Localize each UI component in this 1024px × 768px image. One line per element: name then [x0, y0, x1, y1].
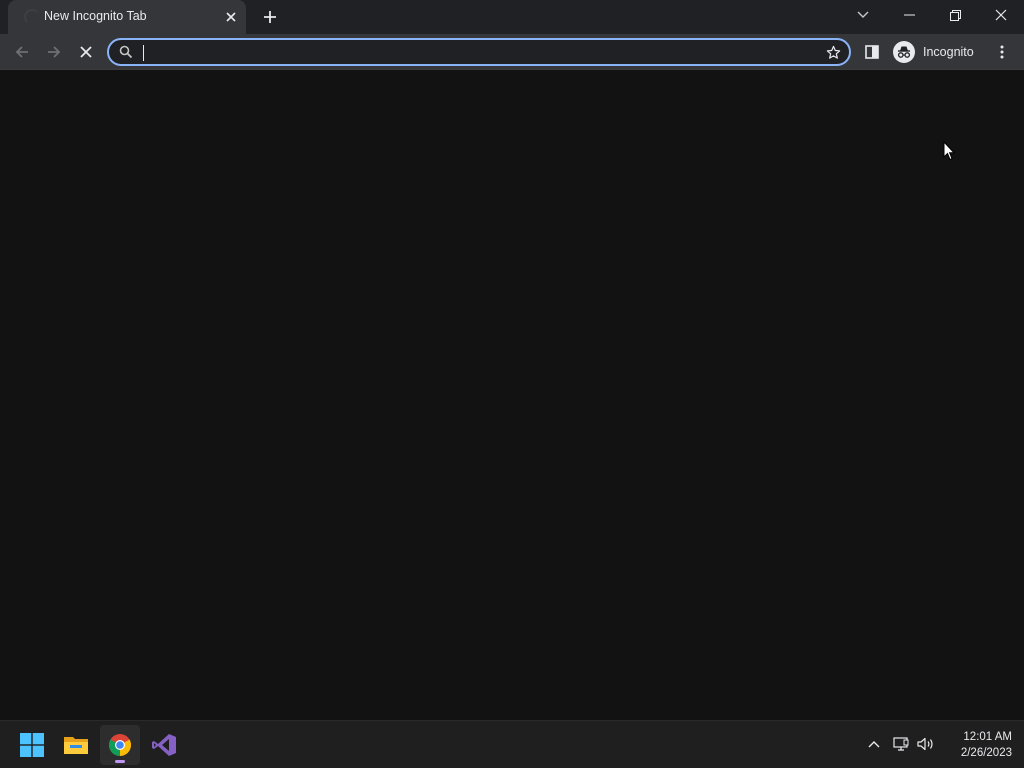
restore-button[interactable] [932, 0, 978, 30]
close-icon [226, 12, 236, 22]
active-app-indicator [115, 760, 125, 763]
visual-studio-icon [152, 734, 176, 756]
close-icon [995, 9, 1007, 21]
tab-title: New Incognito Tab [44, 9, 147, 23]
arrow-right-icon [48, 46, 61, 58]
browser-toolbar: Incognito [0, 34, 1024, 70]
side-panel-button[interactable] [857, 37, 887, 67]
tab-close-button[interactable] [222, 8, 240, 26]
network-button[interactable] [890, 733, 912, 755]
back-button[interactable] [7, 37, 37, 67]
windows-logo-icon [20, 733, 44, 757]
kebab-menu-icon [1000, 45, 1004, 59]
incognito-label: Incognito [923, 45, 974, 59]
plus-icon [264, 11, 276, 23]
loading-spinner-icon [24, 9, 40, 25]
chevron-up-icon [868, 741, 880, 748]
stop-loading-button[interactable] [71, 37, 101, 67]
new-tab-button[interactable] [258, 5, 282, 29]
taskbar: 12:01 AM 2/26/2023 [0, 720, 1024, 768]
taskbar-visual-studio[interactable] [144, 725, 184, 765]
network-icon [893, 737, 909, 751]
arrow-left-icon [15, 46, 28, 58]
clock-date: 2/26/2023 [960, 747, 1012, 759]
side-panel-icon [865, 45, 879, 59]
text-caret [143, 45, 144, 61]
search-icon [119, 45, 133, 59]
chevron-down-icon [857, 11, 869, 18]
show-hidden-icons-button[interactable] [863, 733, 885, 755]
taskbar-chrome[interactable] [100, 725, 140, 765]
page-content [0, 71, 1024, 719]
incognito-profile-chip[interactable]: Incognito [890, 38, 982, 66]
star-icon[interactable] [826, 45, 841, 60]
address-input[interactable] [141, 43, 811, 61]
clock-time: 12:01 AM [963, 731, 1012, 743]
volume-icon [917, 737, 933, 751]
incognito-icon [897, 46, 911, 58]
minimize-icon [903, 14, 915, 16]
incognito-avatar [893, 41, 915, 63]
browser-menu-button[interactable] [987, 37, 1017, 67]
volume-button[interactable] [915, 733, 937, 755]
tab-search-button[interactable] [840, 0, 886, 30]
system-clock[interactable]: 12:01 AM 2/26/2023 [942, 729, 1012, 761]
restore-icon [949, 9, 961, 21]
chrome-logo-icon [109, 734, 131, 756]
taskbar-file-explorer[interactable] [56, 725, 96, 765]
mouse-cursor-icon [943, 141, 955, 161]
folder-icon [64, 737, 88, 754]
forward-button[interactable] [39, 37, 69, 67]
minimize-button[interactable] [886, 0, 932, 30]
tab-new-incognito[interactable]: New Incognito Tab [8, 0, 246, 34]
start-button[interactable] [12, 725, 52, 765]
close-window-button[interactable] [978, 0, 1024, 30]
address-bar[interactable] [107, 38, 851, 66]
stop-x-icon [80, 46, 92, 58]
title-bar: New Incognito Tab [0, 0, 1024, 34]
